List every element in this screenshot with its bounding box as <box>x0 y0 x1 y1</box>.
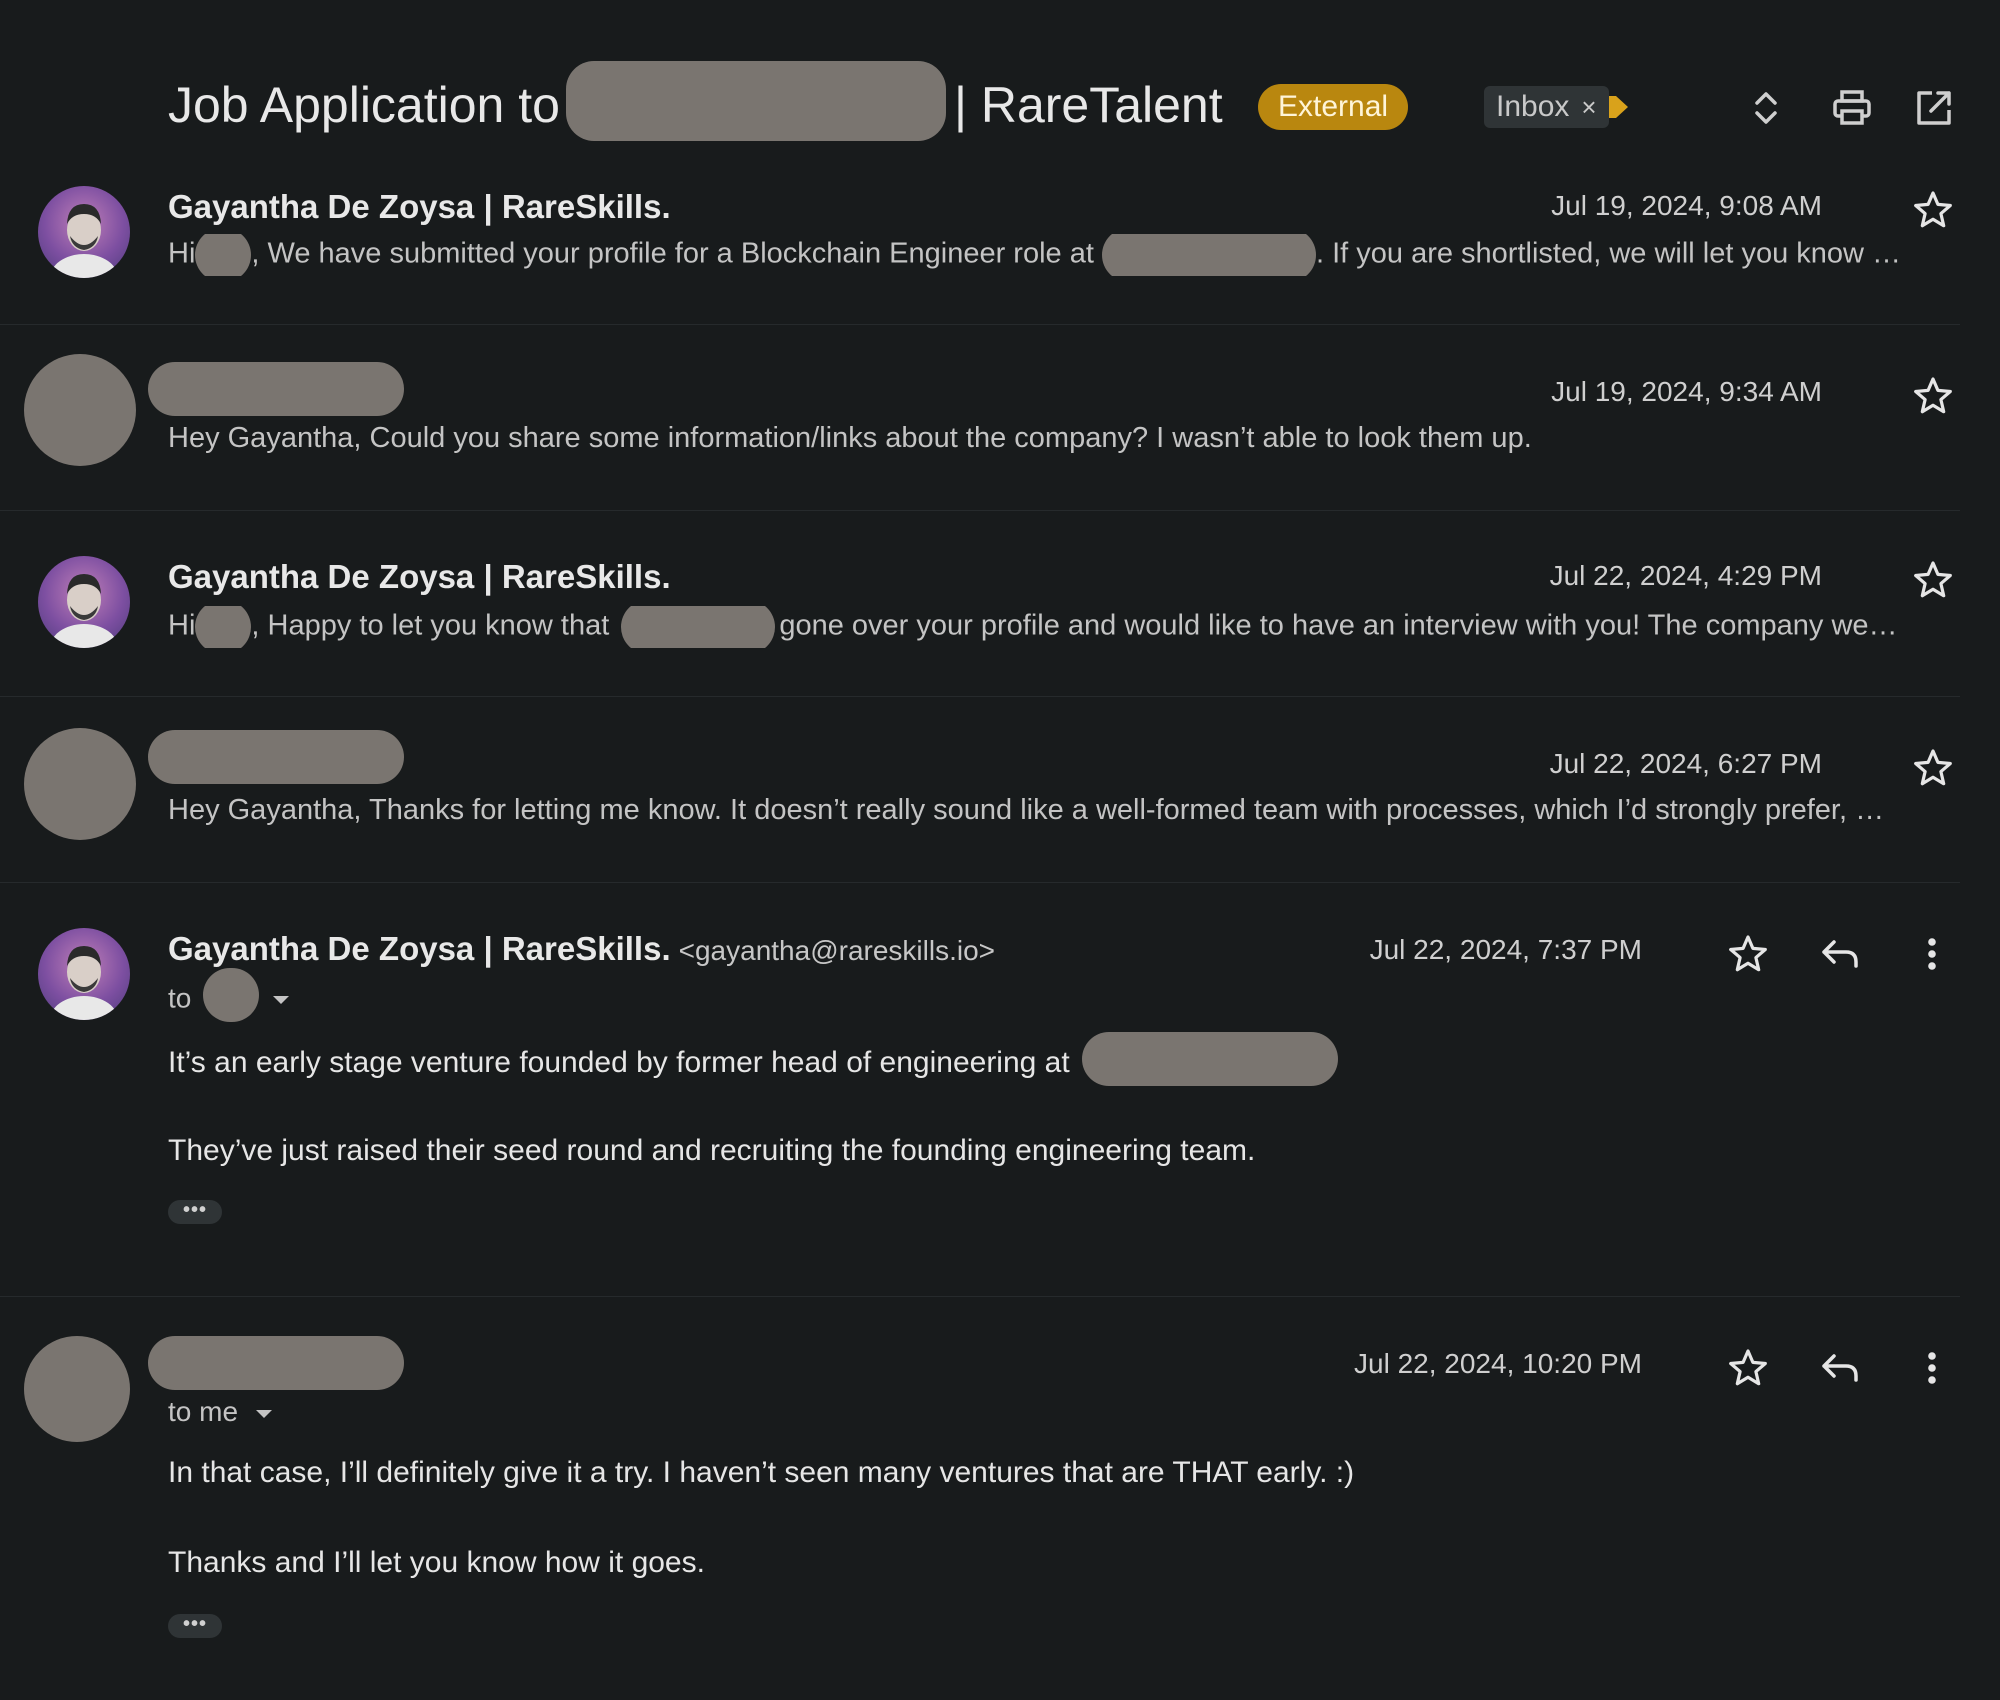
chevron-down-icon[interactable] <box>271 993 291 1007</box>
sender-avatar <box>38 928 130 1020</box>
external-badge: External <box>1258 84 1409 130</box>
snippet-part: Hi <box>168 609 196 642</box>
chevron-down-icon[interactable] <box>254 1407 274 1421</box>
sender-avatar <box>38 556 130 648</box>
open-in-new-window-icon[interactable] <box>1912 86 1956 130</box>
person-portrait-icon <box>50 946 118 1020</box>
message-row[interactable]: Gayantha De Zoysa | RareSkills. Jul 22, … <box>0 510 1960 697</box>
snippet-part: gone over your profile and would like to… <box>779 609 1898 642</box>
expanded-message: Gayantha De Zoysa | RareSkills. <gayantha… <box>0 882 1960 1297</box>
message-date: Jul 22, 2024, 7:37 PM <box>1369 934 1642 965</box>
star-icon[interactable] <box>1726 1346 1770 1390</box>
message-snippet: Hi , Happy to let you know that gone over… <box>168 606 1960 648</box>
sender-name-text: Gayantha De Zoysa | RareSkills. <box>168 930 671 967</box>
redacted-recipient <box>203 968 260 1022</box>
redacted-company-name <box>1101 234 1316 276</box>
thread-subject: Job Application to | RareTalent <box>168 60 1223 141</box>
redacted-company-name <box>565 60 946 141</box>
expand-collapse-icon[interactable] <box>1744 86 1788 130</box>
person-portrait-icon <box>50 204 118 278</box>
message-body-line: In that case, I’ll definitely give it a … <box>168 1456 1355 1489</box>
redacted-name <box>195 606 252 648</box>
message-body-line: They’ve just raised their seed round and… <box>168 1134 1256 1167</box>
subject-suffix: | RareTalent <box>953 77 1223 133</box>
inbox-label-chip[interactable]: Inbox × <box>1484 86 1609 128</box>
sender-name: Gayantha De Zoysa | RareSkills. <gayantha… <box>168 930 995 968</box>
star-icon[interactable] <box>1911 374 1955 418</box>
snippet-part: Hi <box>168 237 196 270</box>
reply-icon[interactable] <box>1818 932 1862 976</box>
message-date: Jul 22, 2024, 4:29 PM <box>1549 560 1822 591</box>
sender-name: Gayantha De Zoysa | RareSkills. <box>168 558 671 595</box>
message-date: Jul 19, 2024, 9:34 AM <box>1551 376 1822 407</box>
redacted-sender-name <box>148 362 404 416</box>
show-trimmed-content-button[interactable]: ••• <box>168 1200 222 1224</box>
inbox-label-text: Inbox <box>1496 90 1570 123</box>
sender-name: Gayantha De Zoysa | RareSkills. <box>168 188 671 225</box>
to-label: to me <box>168 1396 239 1427</box>
more-options-icon[interactable] <box>1910 932 1954 976</box>
thread-header: Job Application to | RareTalent External … <box>168 58 1968 154</box>
subject-prefix: Job Application to <box>168 77 560 133</box>
snippet-part: , Happy to let you know that <box>251 609 610 642</box>
star-icon[interactable] <box>1726 932 1770 976</box>
message-date: Jul 22, 2024, 10:20 PM <box>1354 1348 1642 1379</box>
remove-label-icon[interactable]: × <box>1581 92 1596 122</box>
snippet-part: . If you are shortlisted, we will let yo… <box>1315 237 1902 270</box>
message-snippet: Hi , We have submitted your profile for a… <box>168 234 1960 276</box>
expanded-message: Jul 22, 2024, 10:20 PM to me In that cas… <box>0 1296 1960 1700</box>
redacted-avatar <box>24 728 136 840</box>
star-icon[interactable] <box>1911 188 1955 232</box>
recipients-line[interactable]: to <box>168 968 291 1022</box>
show-trimmed-content-button[interactable]: ••• <box>168 1614 222 1638</box>
message-body-line: Thanks and I’ll let you know how it goes… <box>168 1546 705 1579</box>
body-text: It’s an early stage venture founded by f… <box>168 1045 1070 1079</box>
sender-email: <gayantha@rareskills.io> <box>678 935 995 966</box>
reply-icon[interactable] <box>1818 1346 1862 1390</box>
redacted-company-name <box>621 606 776 648</box>
recipients-line[interactable]: to me <box>168 1396 274 1428</box>
more-options-icon[interactable] <box>1910 1346 1954 1390</box>
redacted-company-name <box>1082 1032 1339 1086</box>
message-body-line: It’s an early stage venture founded by f… <box>168 1032 1339 1086</box>
message-row[interactable]: Jul 22, 2024, 6:27 PM Hey Gayantha, Than… <box>0 696 1960 883</box>
redacted-name <box>195 234 252 276</box>
redacted-sender-name <box>148 1336 404 1390</box>
star-icon[interactable] <box>1911 746 1955 790</box>
message-date: Jul 22, 2024, 6:27 PM <box>1549 748 1822 779</box>
star-icon[interactable] <box>1911 558 1955 602</box>
snippet-part: , We have submitted your profile for a B… <box>251 237 1094 270</box>
sender-avatar <box>38 186 130 278</box>
to-label: to <box>168 982 192 1014</box>
message-row[interactable]: Gayantha De Zoysa | RareSkills. Jul 19, … <box>0 170 1960 325</box>
redacted-sender-name <box>148 730 404 784</box>
message-row[interactable]: Jul 19, 2024, 9:34 AM Hey Gayantha, Coul… <box>0 324 1960 511</box>
message-snippet: Hey Gayantha, Thanks for letting me know… <box>168 794 1885 826</box>
print-icon[interactable] <box>1830 86 1874 130</box>
message-date: Jul 19, 2024, 9:08 AM <box>1551 190 1822 221</box>
redacted-avatar <box>24 354 136 466</box>
message-snippet: Hey Gayantha, Could you share some infor… <box>168 422 1532 454</box>
redacted-avatar <box>24 1336 130 1442</box>
person-portrait-icon <box>50 574 118 648</box>
